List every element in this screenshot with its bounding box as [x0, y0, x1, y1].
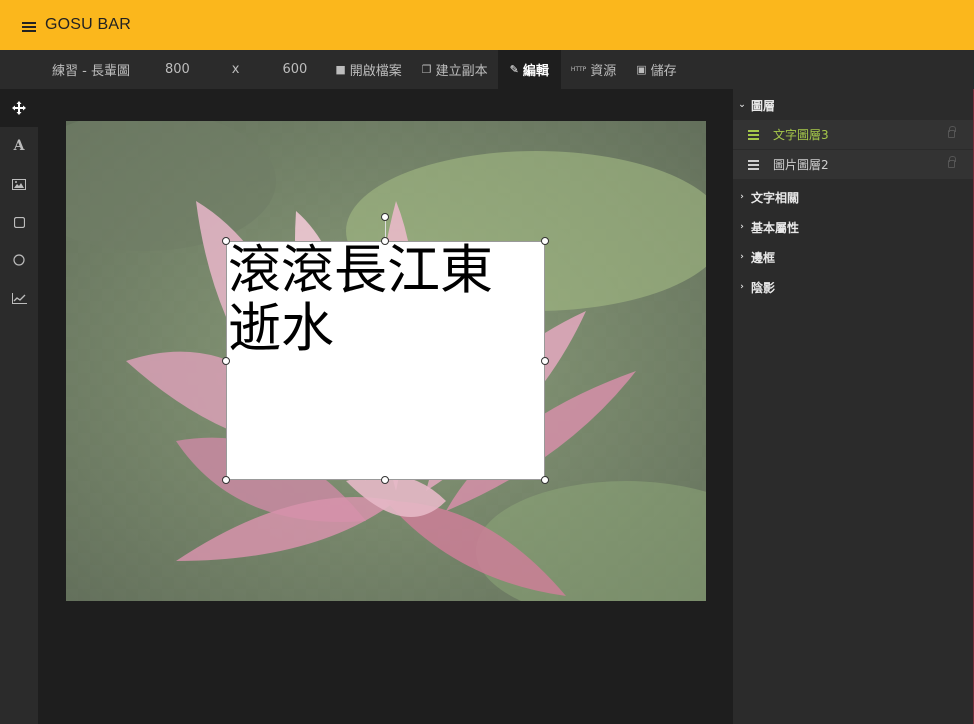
save-label: 儲存: [650, 64, 677, 79]
drag-handle-icon[interactable]: [748, 128, 759, 142]
resources-label: 資源: [590, 64, 617, 79]
text-layer-box[interactable]: 滾滾長江東逝水: [226, 241, 545, 480]
lock-icon[interactable]: [948, 126, 956, 138]
text-tool[interactable]: A: [0, 127, 38, 165]
canvas-height[interactable]: 600: [273, 50, 318, 89]
copy-icon: ❐: [421, 63, 432, 76]
resize-handle-n[interactable]: [381, 237, 389, 245]
dimension-separator: x: [231, 62, 240, 77]
layer-item-text3[interactable]: 文字圖層3: [733, 120, 973, 150]
move-icon: [12, 101, 26, 115]
chevron-down-icon: ⌄: [738, 100, 746, 110]
drag-handle-icon[interactable]: [748, 158, 759, 172]
resize-handle-s[interactable]: [381, 476, 389, 484]
layers-title: 圖層: [751, 98, 776, 113]
properties-panel: ⌄ 圖層 文字圖層3 圖片圖層2 › 文字相關 › 基本屬性 › 邊框 › 陰影: [733, 89, 974, 724]
toolbar: 練習 - 長輩圖 800 x 600 ■ 開啟檔案 ❐ 建立副本 ✎ 編輯 HT…: [0, 50, 974, 89]
image-tool[interactable]: [0, 165, 38, 203]
app-header: GOSU BAR: [0, 0, 974, 50]
rectangle-tool[interactable]: [0, 203, 38, 241]
menu-icon[interactable]: [22, 21, 36, 32]
tool-strip: A: [0, 89, 38, 724]
app-title: GOSU BAR: [45, 16, 132, 33]
design-canvas[interactable]: 滾滾長江東逝水: [66, 121, 706, 601]
resize-handle-se[interactable]: [541, 476, 549, 484]
section-shadow[interactable]: › 陰影: [733, 272, 973, 302]
circle-icon: [13, 254, 25, 266]
edit-label: 編輯: [522, 64, 549, 79]
resize-handle-w[interactable]: [222, 357, 230, 365]
chevron-right-icon: ›: [740, 282, 744, 292]
layers-section-header[interactable]: ⌄ 圖層: [733, 90, 973, 120]
floppy-icon: ▣: [636, 63, 647, 76]
open-file-button[interactable]: ■ 開啟檔案: [325, 50, 411, 89]
section-basic[interactable]: › 基本屬性: [733, 212, 973, 242]
resize-handle-e[interactable]: [541, 357, 549, 365]
layer-item-image2[interactable]: 圖片圖層2: [733, 150, 973, 180]
resize-handle-nw[interactable]: [222, 237, 230, 245]
line-chart-icon: [11, 292, 27, 304]
lock-icon[interactable]: [948, 156, 956, 168]
save-button[interactable]: ▣ 儲存: [626, 50, 686, 89]
layer-label: 圖片圖層2: [773, 158, 829, 172]
section-text[interactable]: › 文字相關: [733, 182, 973, 212]
resize-handle-ne[interactable]: [541, 237, 549, 245]
rotate-handle[interactable]: [381, 213, 389, 221]
image-icon: [12, 178, 26, 190]
move-tool[interactable]: [0, 89, 38, 127]
section-label: 基本屬性: [751, 220, 800, 235]
layer-label: 文字圖層3: [773, 128, 829, 142]
chevron-right-icon: ›: [740, 192, 744, 202]
project-name[interactable]: 練習 - 長輩圖: [42, 50, 140, 89]
section-label: 邊框: [751, 250, 776, 265]
chart-tool[interactable]: [0, 279, 38, 317]
tab-resources[interactable]: HTTP 資源: [561, 50, 626, 89]
folder-icon: ■: [335, 63, 346, 76]
http-icon: HTTP: [570, 66, 587, 73]
resize-handle-sw[interactable]: [222, 476, 230, 484]
duplicate-button[interactable]: ❐ 建立副本: [412, 50, 498, 89]
section-label: 陰影: [751, 280, 776, 295]
duplicate-label: 建立副本: [435, 64, 488, 79]
section-label: 文字相關: [751, 190, 800, 205]
open-file-label: 開啟檔案: [349, 64, 402, 79]
chevron-right-icon: ›: [740, 222, 744, 232]
circle-tool[interactable]: [0, 241, 38, 279]
chevron-right-icon: ›: [740, 252, 744, 262]
workspace: 滾滾長江東逝水: [38, 89, 733, 724]
tab-edit[interactable]: ✎ 編輯: [497, 50, 561, 89]
canvas-text[interactable]: 滾滾長江東逝水: [227, 242, 544, 358]
canvas-width[interactable]: 800: [155, 50, 200, 89]
pencil-icon: ✎: [509, 63, 519, 76]
text-icon: A: [13, 138, 25, 154]
square-icon: [13, 216, 25, 228]
section-border[interactable]: › 邊框: [733, 242, 973, 272]
